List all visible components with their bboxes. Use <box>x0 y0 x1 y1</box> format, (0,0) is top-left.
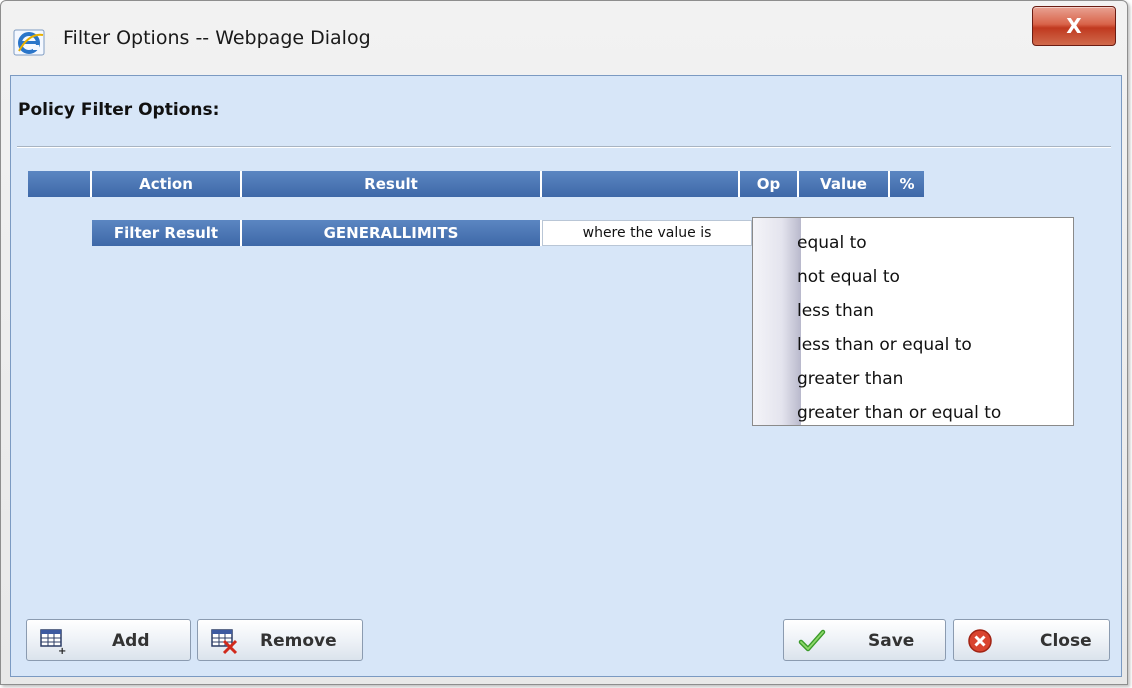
internet-explorer-icon <box>13 29 47 57</box>
close-icon[interactable]: X <box>1032 6 1116 46</box>
remove-row-icon <box>210 627 238 655</box>
save-button[interactable]: Save <box>783 619 946 661</box>
header-cell-blank <box>28 171 92 197</box>
header-percent: % <box>890 171 924 197</box>
remove-label: Remove <box>260 631 337 651</box>
save-label: Save <box>868 631 915 651</box>
add-button[interactable]: + Add <box>26 619 191 661</box>
op-option-equal-to[interactable]: equal to <box>797 226 867 260</box>
title-bar[interactable]: Filter Options -- Webpage Dialog X <box>1 1 1127 73</box>
checkmark-icon <box>798 627 826 655</box>
divider <box>17 146 1111 148</box>
close-glyph: X <box>1066 14 1082 38</box>
op-option-greater-than[interactable]: greater than <box>797 362 903 396</box>
header-condition <box>542 171 740 197</box>
close-button[interactable]: Close <box>953 619 1110 661</box>
dialog-window: Filter Options -- Webpage Dialog X Polic… <box>0 0 1128 685</box>
remove-button[interactable]: Remove <box>197 619 363 661</box>
op-option-not-equal-to[interactable]: not equal to <box>797 260 900 294</box>
add-label: Add <box>112 631 150 651</box>
op-option-greater-than-or-equal[interactable]: greater than or equal to <box>797 396 1001 430</box>
result-cell[interactable]: GENERALLIMITS <box>242 220 542 246</box>
svg-text:+: + <box>58 646 66 655</box>
header-op: Op <box>740 171 799 197</box>
header-result: Result <box>242 171 542 197</box>
header-action: Action <box>92 171 242 197</box>
panel-heading: Policy Filter Options: <box>18 100 220 120</box>
window-title: Filter Options -- Webpage Dialog <box>63 27 371 49</box>
dropdown-gutter <box>753 218 801 425</box>
op-option-less-than[interactable]: less than <box>797 294 874 328</box>
close-label: Close <box>1040 631 1092 651</box>
header-value: Value <box>799 171 890 197</box>
add-row-icon: + <box>39 627 67 657</box>
condition-cell: where the value is <box>542 220 752 246</box>
op-option-less-than-or-equal[interactable]: less than or equal to <box>797 328 972 362</box>
close-circle-icon <box>966 627 994 655</box>
action-cell[interactable]: Filter Result <box>92 220 242 246</box>
dialog-content: Policy Filter Options: Action Result Op … <box>10 75 1122 677</box>
op-dropdown-list[interactable]: equal to not equal to less than less tha… <box>752 217 1074 426</box>
